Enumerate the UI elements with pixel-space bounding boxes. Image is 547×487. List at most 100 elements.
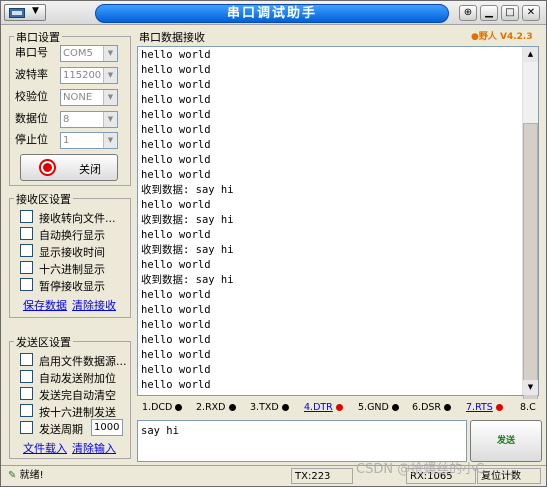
rts-led-icon xyxy=(495,404,503,411)
databits-select[interactable]: 8 ▼ xyxy=(60,111,118,128)
window-title: 串口调试助手 xyxy=(95,4,449,23)
save-data-link[interactable]: 保存数据 xyxy=(23,297,67,313)
receive-option-label: 自动换行显示 xyxy=(39,229,105,242)
receive-textarea[interactable]: hello world hello world hello world hell… xyxy=(137,46,539,405)
status-text: 就绪! xyxy=(19,470,44,481)
chevron-down-icon: ▼ xyxy=(103,46,117,61)
dtr-led-icon xyxy=(335,404,343,411)
databits-value: 8 xyxy=(63,114,70,125)
txd-label: 3.TXD xyxy=(250,402,279,413)
file-source-checkbox[interactable] xyxy=(20,353,33,366)
txd-led-icon xyxy=(281,404,289,411)
port-select[interactable]: COM5 ▼ xyxy=(60,45,118,62)
tx-counter: TX:223 xyxy=(291,468,353,484)
dtr-toggle[interactable]: 4.DTR xyxy=(304,402,343,413)
send-textarea[interactable]: say hi xyxy=(137,420,467,462)
auto-clear-checkbox[interactable] xyxy=(20,387,33,400)
status-bar: ✎ 就绪! TX:223 RX:1065 复位计数 CSDN @抢螺丝的小C xyxy=(1,462,546,486)
load-file-link[interactable]: 文件载入 xyxy=(23,440,67,456)
send-option-label: 按十六进制发送 xyxy=(39,406,116,419)
c8-indicator: 8.C xyxy=(520,402,536,413)
receive-option-label: 接收转向文件... xyxy=(39,212,116,225)
dtr-label[interactable]: 4.DTR xyxy=(304,402,333,413)
receive-title: 串口数据接收 xyxy=(139,31,205,44)
receive-option-label: 显示接收时间 xyxy=(39,246,105,259)
status-led-icon xyxy=(41,161,54,174)
databits-label: 数据位 xyxy=(15,112,48,125)
append-bits-checkbox[interactable] xyxy=(20,370,33,383)
baud-label: 波特率 xyxy=(15,68,48,81)
parity-value: NONE xyxy=(63,92,93,103)
auto-wrap-checkbox[interactable] xyxy=(20,227,33,240)
c8-label: 8.C xyxy=(520,402,536,413)
chevron-down-icon: ▼ xyxy=(103,112,117,127)
send-option-label: 自动发送附加位 xyxy=(39,372,116,385)
chevron-down-icon: ▼ xyxy=(103,90,117,105)
port-value: COM5 xyxy=(63,48,93,59)
show-time-checkbox[interactable] xyxy=(20,244,33,257)
parity-select[interactable]: NONE ▼ xyxy=(60,89,118,106)
minimize-button[interactable]: ▁ xyxy=(480,5,498,21)
rxd-led-icon xyxy=(228,404,236,411)
scroll-down-icon[interactable]: ▼ xyxy=(523,380,538,395)
send-period-checkbox[interactable] xyxy=(20,421,33,434)
dcd-led-icon xyxy=(175,404,183,411)
system-menu-button[interactable]: ▼ xyxy=(4,4,46,21)
send-option-label: 发送周期 xyxy=(39,423,83,436)
clear-input-link[interactable]: 清除输入 xyxy=(72,440,116,456)
send-settings-title: 发送区设置 xyxy=(14,334,73,350)
dcd-indicator: 1.DCD xyxy=(142,402,183,413)
clear-receive-link[interactable]: 清除接收 xyxy=(72,297,116,313)
gnd-label: 5.GND xyxy=(358,402,389,413)
maximize-button[interactable]: □ xyxy=(501,5,519,21)
send-period-input[interactable]: 1000 xyxy=(91,419,123,436)
port-label: 串口号 xyxy=(15,46,48,59)
send-option-label: 启用文件数据源... xyxy=(39,355,127,368)
pin-icon[interactable]: ⊕ xyxy=(459,5,477,21)
send-text: say hi xyxy=(141,425,179,437)
hex-send-checkbox[interactable] xyxy=(20,404,33,417)
receive-option-label: 暂停接收显示 xyxy=(39,280,105,293)
receive-settings-title: 接收区设置 xyxy=(14,191,73,207)
scroll-thumb[interactable] xyxy=(523,123,538,405)
receive-text: hello world hello world hello world hell… xyxy=(141,49,234,391)
dsr-led-icon xyxy=(444,404,452,411)
app-icon xyxy=(9,8,25,18)
reset-counter-button[interactable]: 复位计数 xyxy=(477,468,541,484)
close-button[interactable]: ✕ xyxy=(522,5,540,21)
status-cell: ✎ 就绪! xyxy=(5,468,135,484)
line-status-strip: 1.DCD 2.RXD 3.TXD 4.DTR 5.GND 6.DSR 7.RT… xyxy=(137,399,539,417)
open-close-label: 关闭 xyxy=(79,163,101,176)
stopbits-label: 停止位 xyxy=(15,133,48,146)
receive-to-file-checkbox[interactable] xyxy=(20,210,33,223)
dcd-label: 1.DCD xyxy=(142,402,173,413)
dsr-label: 6.DSR xyxy=(412,402,442,413)
rxd-indicator: 2.RXD xyxy=(196,402,236,413)
receive-option-label: 十六进制显示 xyxy=(39,263,105,276)
hex-display-checkbox[interactable] xyxy=(20,261,33,274)
main-window: ▼ 串口调试助手 ⊕ ▁ □ ✕ 串口设置 串口号 COM5 ▼ 波特率 1152… xyxy=(0,0,547,487)
stopbits-value: 1 xyxy=(63,135,70,146)
send-button[interactable]: 发送 xyxy=(470,420,542,462)
dsr-indicator: 6.DSR xyxy=(412,402,452,413)
status-icon: ✎ xyxy=(8,470,17,481)
baud-value: 115200 xyxy=(63,70,102,81)
txd-indicator: 3.TXD xyxy=(250,402,289,413)
baud-select[interactable]: 115200 ▼ xyxy=(60,67,118,84)
chevron-down-icon: ▼ xyxy=(32,6,39,16)
rts-label[interactable]: 7.RTS xyxy=(466,402,493,413)
open-close-port-button[interactable]: 关闭 xyxy=(20,154,118,181)
vertical-scrollbar[interactable]: ▲ ▼ xyxy=(522,47,538,405)
watermark: CSDN @抢螺丝的小C xyxy=(356,462,485,477)
title-bar: ▼ 串口调试助手 ⊕ ▁ □ ✕ xyxy=(1,1,546,25)
gnd-led-icon xyxy=(391,404,399,411)
parity-label: 校验位 xyxy=(15,90,48,103)
port-settings-title: 串口设置 xyxy=(14,29,62,45)
send-option-label: 发送完自动清空 xyxy=(39,389,116,402)
chevron-down-icon: ▼ xyxy=(103,68,117,83)
rts-toggle[interactable]: 7.RTS xyxy=(466,402,503,413)
stopbits-select[interactable]: 1 ▼ xyxy=(60,132,118,149)
pause-display-checkbox[interactable] xyxy=(20,278,33,291)
scroll-up-icon[interactable]: ▲ xyxy=(523,47,538,62)
chevron-down-icon: ▼ xyxy=(103,133,117,148)
